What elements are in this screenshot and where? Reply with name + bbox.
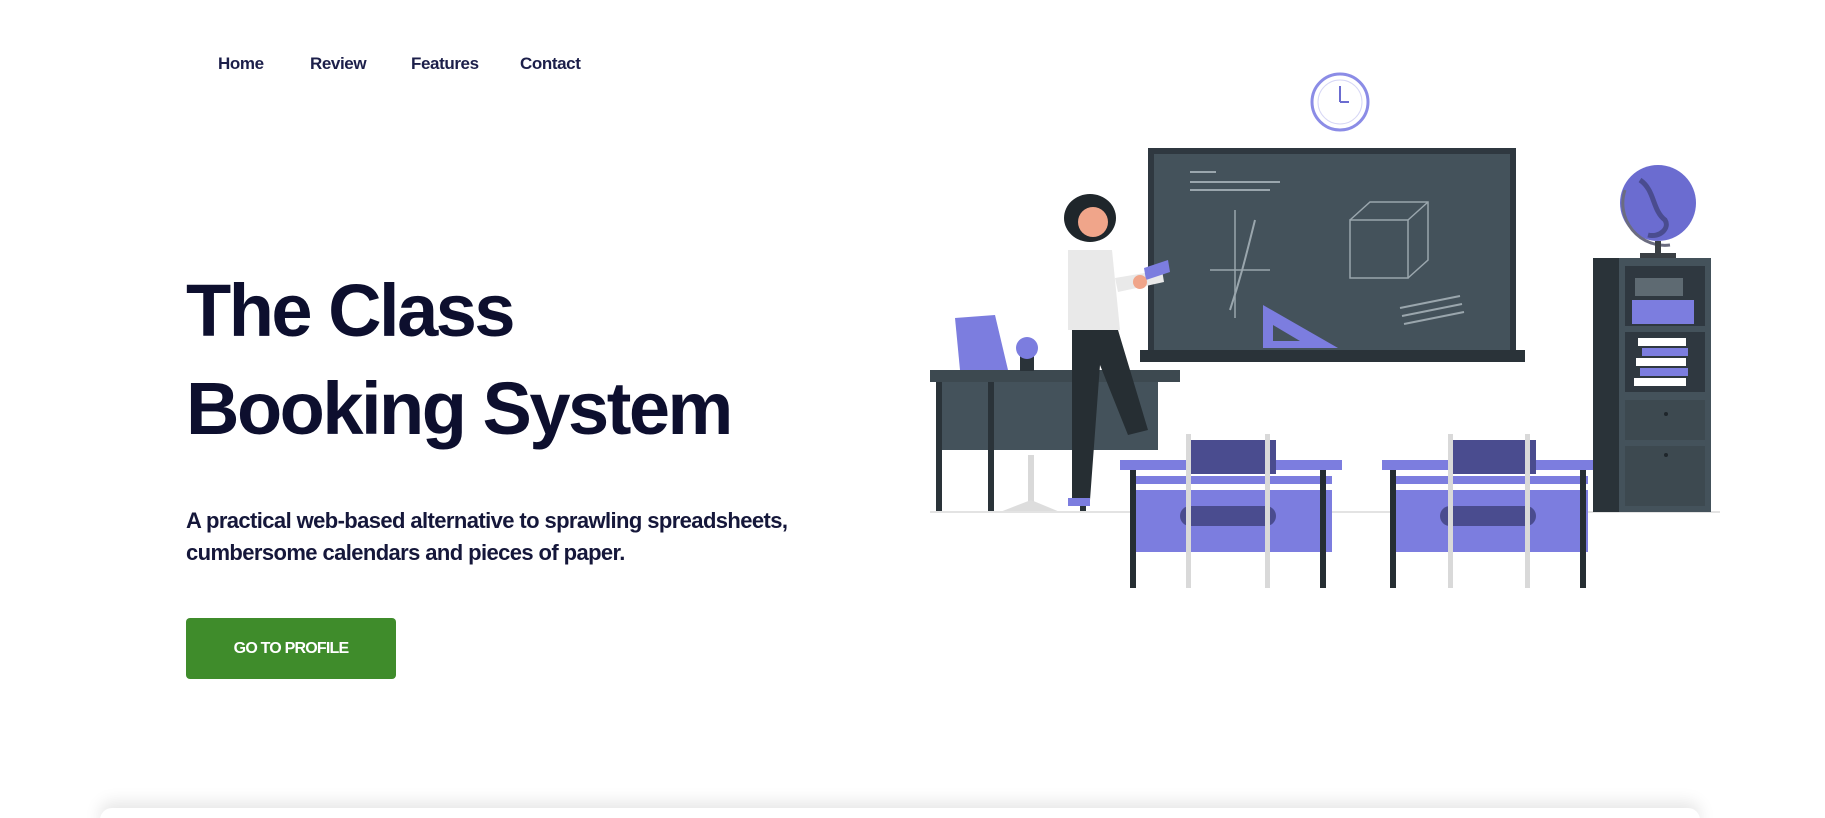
- globe-icon: [1620, 165, 1696, 259]
- clock-icon: [1310, 72, 1370, 132]
- hero-title: The Class Booking System: [186, 269, 733, 450]
- nav-link-contact[interactable]: Contact: [520, 54, 600, 74]
- nav-link-review[interactable]: Review: [310, 54, 411, 74]
- classroom-teacher-illustration: [930, 72, 1720, 588]
- landing-page: Home Review Features Contact The Class B…: [0, 0, 1825, 818]
- chalkboard: [1140, 148, 1525, 362]
- student-desk: [1382, 434, 1594, 588]
- nav-link-features[interactable]: Features: [411, 54, 520, 74]
- hero-subtitle: A practical web-based alternative to spr…: [186, 508, 788, 565]
- nav-link-home[interactable]: Home: [218, 54, 310, 74]
- bookshelf: [1593, 258, 1711, 512]
- go-to-profile-button[interactable]: GO TO PROFILE: [186, 618, 396, 679]
- top-nav: Home Review Features Contact: [218, 54, 600, 74]
- student-desk: [1120, 434, 1342, 588]
- section-card-edge: [100, 808, 1700, 818]
